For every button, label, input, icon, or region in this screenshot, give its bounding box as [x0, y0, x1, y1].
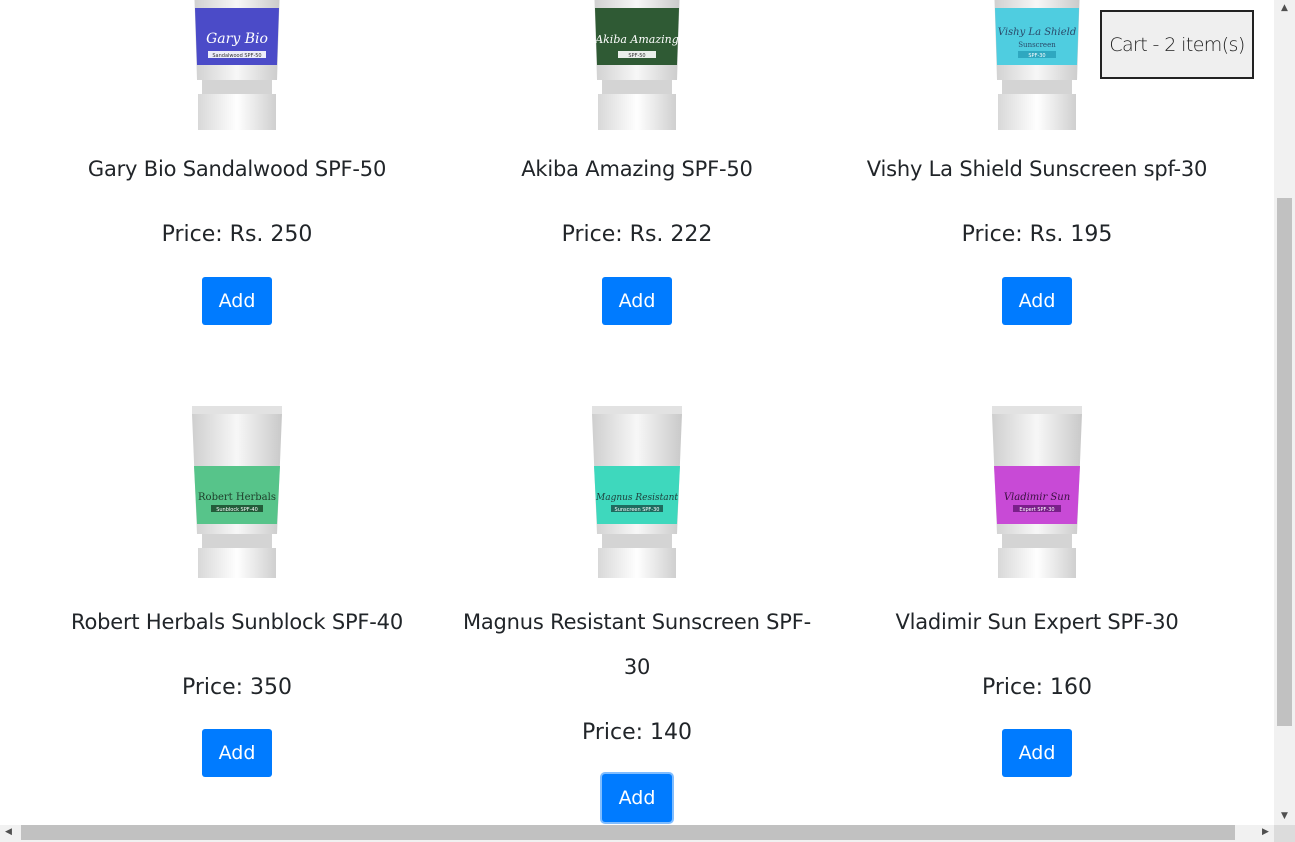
product-image: Vladimir Sun Expert SPF-30: [837, 404, 1237, 584]
product-title: Gary Bio Sandalwood SPF-50: [87, 157, 387, 181]
add-to-cart-button[interactable]: Add: [602, 774, 672, 822]
product-title: Vishy La Shield Sunscreen spf-30: [866, 157, 1208, 181]
product-image: Magnus Resistant Sunscreen SPF-30: [437, 404, 837, 584]
horizontal-scrollbar[interactable]: ◀ ▶: [0, 825, 1274, 842]
sunscreen-tube-icon: Akiba Amazing SPF-50: [594, 0, 680, 130]
svg-text:SPF-50: SPF-50: [628, 53, 645, 59]
scrollbar-corner: [1274, 825, 1295, 842]
vertical-scroll-thumb[interactable]: [1277, 198, 1292, 726]
svg-text:Sunscreen SPF-30: Sunscreen SPF-30: [615, 507, 660, 513]
svg-text:Akiba Amazing: Akiba Amazing: [594, 33, 679, 46]
product-title: Robert Herbals Sunblock SPF-40: [71, 610, 403, 634]
product-image: Gary Bio Sandalwood SPF-50: [37, 0, 437, 130]
cart-button[interactable]: Cart - 2 item(s): [1100, 10, 1254, 79]
svg-text:Magnus Resistant: Magnus Resistant: [595, 493, 678, 503]
add-to-cart-button[interactable]: Add: [602, 277, 672, 325]
product-price: Price: 140: [581, 720, 693, 745]
product-price: Price: Rs. 250: [161, 222, 313, 247]
horizontal-scroll-thumb[interactable]: [21, 825, 1235, 840]
product-title: Vladimir Sun Expert SPF-30: [895, 610, 1179, 634]
sunscreen-tube-icon: Robert Herbals Sunblock SPF-40: [192, 406, 282, 578]
add-to-cart-button[interactable]: Add: [1002, 277, 1072, 325]
product-price: Price: 160: [981, 675, 1093, 700]
sunscreen-tube-icon: Vladimir Sun Expert SPF-30: [992, 406, 1082, 578]
svg-text:Sunscreen: Sunscreen: [1018, 41, 1056, 49]
product-title: Akiba Amazing SPF-50: [521, 157, 753, 181]
svg-text:Vladimir Sun: Vladimir Sun: [1004, 492, 1070, 503]
sunscreen-tube-icon: Magnus Resistant Sunscreen SPF-30: [592, 406, 682, 578]
sunscreen-tube-icon: Gary Bio Sandalwood SPF-50: [194, 0, 280, 130]
svg-text:Expert SPF-30: Expert SPF-30: [1019, 507, 1054, 513]
product-price: Price: Rs. 222: [561, 222, 713, 247]
scroll-left-arrow-icon[interactable]: ◀: [0, 825, 17, 842]
add-to-cart-button[interactable]: Add: [202, 729, 272, 777]
vertical-scrollbar[interactable]: ▲ ▼: [1274, 0, 1295, 825]
scroll-down-arrow-icon[interactable]: ▼: [1274, 808, 1295, 825]
svg-text:SPF-30: SPF-30: [1028, 53, 1045, 59]
svg-text:Robert Herbals: Robert Herbals: [198, 492, 276, 503]
scroll-up-arrow-icon[interactable]: ▲: [1274, 0, 1295, 17]
product-image: Robert Herbals Sunblock SPF-40: [37, 404, 437, 584]
product-title: Magnus Resistant Sunscreen SPF-30: [462, 610, 812, 679]
svg-text:Gary Bio: Gary Bio: [206, 31, 268, 47]
svg-text:Sandalwood SPF-50: Sandalwood SPF-50: [212, 53, 261, 59]
product-grid: Gary Bio Sandalwood SPF-50 Gary Bio Sand…: [0, 0, 1278, 825]
add-to-cart-button[interactable]: Add: [202, 277, 272, 325]
product-price: Price: Rs. 195: [961, 222, 1113, 247]
product-price: Price: 350: [181, 675, 293, 700]
add-to-cart-button[interactable]: Add: [1002, 729, 1072, 777]
svg-text:Sunblock SPF-40: Sunblock SPF-40: [216, 507, 258, 513]
scroll-right-arrow-icon[interactable]: ▶: [1257, 825, 1274, 842]
product-image: Akiba Amazing SPF-50: [437, 0, 837, 130]
svg-text:Vishy La Shield: Vishy La Shield: [998, 27, 1076, 38]
